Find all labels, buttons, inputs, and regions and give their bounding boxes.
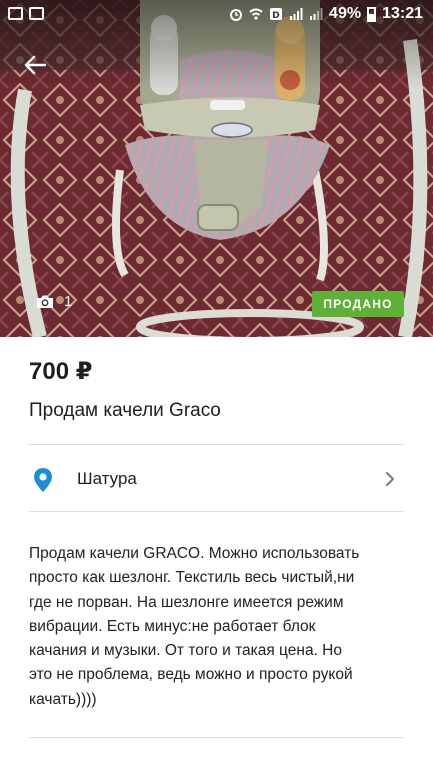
battery-icon	[367, 6, 377, 22]
chevron-right-icon	[386, 472, 394, 486]
location-pin-icon	[34, 468, 52, 492]
signal-icon-2	[310, 8, 323, 20]
back-button[interactable]	[18, 48, 52, 82]
location-row[interactable]: Шатура	[0, 445, 433, 511]
photo-count: 1	[64, 293, 73, 310]
listing-description: Продам качели GRACO. Можно использовать …	[29, 545, 360, 708]
camera-icon	[37, 295, 53, 308]
status-bar: D 49% 13:21	[0, 0, 433, 30]
battery-percent: 49%	[329, 5, 362, 22]
arrow-left-icon	[24, 55, 46, 75]
wifi-icon	[249, 8, 263, 20]
svg-text:D: D	[272, 11, 279, 21]
listing-title: Продам качели Graco	[29, 400, 221, 421]
mail-notification-icon	[8, 7, 23, 20]
divider	[29, 511, 404, 512]
photo-counter: 1	[36, 293, 72, 310]
location-label: Шатура	[77, 469, 137, 488]
gallery-notification-icon	[29, 7, 44, 20]
alarm-icon	[230, 9, 243, 21]
divider	[29, 737, 404, 738]
sold-badge: ПРОДАНО	[312, 291, 404, 317]
listing-photo[interactable]: D 49% 13:21 1 ПРОДАНО	[0, 0, 433, 337]
listing-price: 700 ₽	[29, 358, 93, 385]
signal-icon-1	[290, 8, 303, 20]
clock: 13:21	[382, 5, 423, 22]
data-saver-icon: D	[270, 8, 283, 21]
